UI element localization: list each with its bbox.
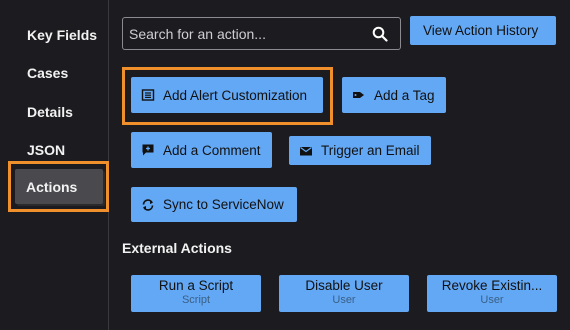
view-action-history-label: View Action History <box>423 23 539 38</box>
add-a-tag-label: Add a Tag <box>374 87 435 103</box>
sidebar-item-details[interactable]: Details <box>27 104 73 120</box>
sync-to-servicenow-label: Sync to ServiceNow <box>163 197 284 212</box>
run-a-script-label: Run a Script <box>158 278 234 293</box>
revoke-existing-sublabel: User <box>480 294 504 306</box>
trigger-an-email-button[interactable]: Trigger an Email <box>289 136 431 165</box>
sidebar-item-cases[interactable]: Cases <box>27 65 68 81</box>
search-icon[interactable] <box>372 26 388 47</box>
revoke-existing-button[interactable]: Revoke Existin... User <box>427 275 557 312</box>
email-icon <box>299 144 313 158</box>
add-alert-customization-button[interactable]: Add Alert Customization <box>131 77 323 113</box>
sidebar-item-json[interactable]: JSON <box>27 142 65 158</box>
trigger-an-email-label: Trigger an Email <box>321 143 420 158</box>
run-a-script-button[interactable]: Run a Script Script <box>131 275 261 312</box>
add-a-comment-button[interactable]: Add a Comment <box>131 132 272 168</box>
comment-icon <box>141 143 155 157</box>
view-action-history-button[interactable]: View Action History <box>410 16 556 45</box>
external-actions-title: External Actions <box>122 240 232 256</box>
list-icon <box>141 88 155 102</box>
revoke-existing-label: Revoke Existin... <box>441 278 543 293</box>
add-a-comment-label: Add a Comment <box>163 142 261 158</box>
action-search <box>122 17 401 50</box>
add-alert-customization-label: Add Alert Customization <box>163 87 308 103</box>
sidebar: Key Fields Cases Details JSON Actions <box>0 0 109 330</box>
disable-user-sublabel: User <box>332 294 356 306</box>
disable-user-label: Disable User <box>305 278 383 293</box>
run-a-script-sublabel: Script <box>181 294 211 306</box>
search-input[interactable] <box>123 24 371 43</box>
sidebar-item-key-fields[interactable]: Key Fields <box>27 27 97 43</box>
sync-to-servicenow-button[interactable]: Sync to ServiceNow <box>131 187 297 222</box>
sync-icon <box>141 198 155 212</box>
sidebar-item-actions[interactable]: Actions <box>15 169 103 204</box>
add-a-tag-button[interactable]: Add a Tag <box>342 77 446 113</box>
sidebar-active-highlight: Actions <box>8 161 109 212</box>
disable-user-button[interactable]: Disable User User <box>279 275 409 312</box>
tag-icon <box>352 88 366 102</box>
